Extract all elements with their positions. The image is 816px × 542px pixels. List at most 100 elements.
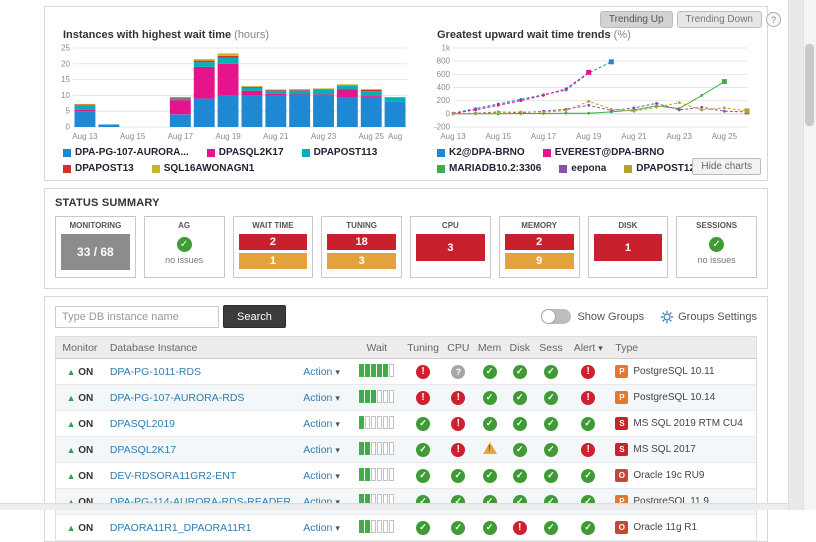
tuning-ok-icon[interactable]: ✓ [416, 417, 430, 431]
memory-ok-icon[interactable]: ✓ [483, 469, 497, 483]
wait-level-indicator[interactable] [359, 468, 394, 481]
cpu-alert-icon[interactable]: ! [451, 417, 465, 431]
disk-ok-icon[interactable]: ✓ [513, 443, 527, 457]
column-header-alert[interactable]: Alert ▾ [567, 337, 609, 359]
memory-ok-icon[interactable]: ✓ [483, 365, 497, 379]
sessions-ok-icon[interactable]: ✓ [544, 521, 558, 535]
alert-alert-icon[interactable]: ! [581, 391, 595, 405]
column-header-monitor[interactable]: Monitor [56, 337, 104, 359]
sessions-ok-icon[interactable]: ✓ [544, 365, 558, 379]
database-instance-link[interactable]: DPA-PG-107-AURORA-RDS [110, 392, 245, 404]
memory-ok-icon[interactable]: ✓ [483, 521, 497, 535]
critical-count[interactable]: 2 [239, 234, 308, 250]
status-card-tuning[interactable]: TUNING183 [321, 216, 402, 278]
action-dropdown[interactable]: Action ▾ [303, 444, 340, 456]
wait-level-indicator[interactable] [359, 416, 394, 429]
status-card-sessions[interactable]: SESSIONS✓no issues [676, 216, 757, 278]
column-header-mem[interactable]: Mem [474, 337, 504, 359]
legend-item[interactable]: K2@DPA-BRNO [437, 147, 525, 158]
show-groups-toggle[interactable] [541, 309, 571, 324]
alert-ok-icon[interactable]: ✓ [581, 469, 595, 483]
database-instance-link[interactable]: DPA-PG-1011-RDS [110, 366, 201, 378]
disk-ok-icon[interactable]: ✓ [513, 469, 527, 483]
monitor-toggle[interactable]: ▲ ON [67, 419, 94, 430]
trending-up-button[interactable]: Trending Up [600, 11, 673, 28]
trending-down-button[interactable]: Trending Down [677, 11, 762, 28]
memory-ok-icon[interactable]: ✓ [483, 391, 497, 405]
hide-charts-button[interactable]: Hide charts [692, 158, 761, 175]
memory-ok-icon[interactable]: ✓ [483, 417, 497, 431]
monitor-toggle[interactable]: ▲ ON [67, 393, 94, 404]
memory-warning-icon[interactable] [483, 442, 497, 454]
cpu-ok-icon[interactable]: ✓ [451, 521, 465, 535]
critical-count[interactable]: 2 [505, 234, 574, 250]
legend-item[interactable]: MARIADB10.2:3306 [437, 163, 541, 174]
cpu-alert-icon[interactable]: ! [451, 443, 465, 457]
warning-count[interactable]: 3 [327, 253, 396, 269]
wait-level-indicator[interactable] [359, 520, 394, 533]
tuning-alert-icon[interactable]: ! [416, 391, 430, 405]
scrollbar-thumb[interactable] [805, 44, 814, 126]
critical-count[interactable]: 18 [327, 234, 396, 250]
warning-count[interactable]: 9 [505, 253, 574, 269]
sessions-ok-icon[interactable]: ✓ [544, 469, 558, 483]
status-card-ag[interactable]: AG✓no issues [144, 216, 225, 278]
sessions-ok-icon[interactable]: ✓ [544, 443, 558, 457]
database-instance-link[interactable]: DPASQL2019 [110, 418, 175, 430]
tuning-ok-icon[interactable]: ✓ [416, 469, 430, 483]
cpu-ok-icon[interactable]: ✓ [451, 469, 465, 483]
status-card-monitoring[interactable]: MONITORING33 / 68 [55, 216, 136, 278]
monitor-toggle[interactable]: ▲ ON [67, 471, 94, 482]
status-card-memory[interactable]: MEMORY29 [499, 216, 580, 278]
column-header-sess[interactable]: Sess [535, 337, 567, 359]
tuning-ok-icon[interactable]: ✓ [416, 521, 430, 535]
column-header-disk[interactable]: Disk [505, 337, 535, 359]
column-header-cpu[interactable]: CPU [442, 337, 474, 359]
search-button[interactable]: Search [223, 305, 286, 328]
monitor-toggle[interactable]: ▲ ON [67, 445, 94, 456]
wait-level-indicator[interactable] [359, 390, 394, 403]
column-header-wait[interactable]: Wait [350, 337, 404, 359]
legend-item[interactable]: DPAPOST12 [624, 163, 695, 174]
wait-level-indicator[interactable] [359, 442, 394, 455]
action-dropdown[interactable]: Action ▾ [303, 418, 340, 430]
help-icon[interactable]: ? [766, 12, 781, 27]
legend-item[interactable]: eepona [559, 163, 606, 174]
sessions-ok-icon[interactable]: ✓ [544, 417, 558, 431]
cpu-unknown-icon[interactable]: ? [451, 365, 465, 379]
database-instance-link[interactable]: DEV-RDSORA11GR2-ENT [110, 470, 236, 482]
disk-alert-icon[interactable]: ! [513, 521, 527, 535]
sessions-ok-icon[interactable]: ✓ [544, 391, 558, 405]
wait-level-indicator[interactable] [359, 364, 394, 377]
disk-ok-icon[interactable]: ✓ [513, 365, 527, 379]
groups-settings-button[interactable]: Groups Settings [660, 310, 757, 324]
monitor-toggle[interactable]: ▲ ON [67, 367, 94, 378]
status-card-cpu[interactable]: CPU3 [410, 216, 491, 278]
legend-item[interactable]: DPASQL2K17 [207, 147, 284, 158]
monitor-toggle[interactable]: ▲ ON [67, 523, 94, 534]
status-card-disk[interactable]: DISK1 [588, 216, 669, 278]
vertical-scrollbar[interactable] [803, 0, 816, 510]
legend-item[interactable]: EVEREST@DPA-BRNO [543, 147, 665, 158]
legend-item[interactable]: DPAPOST113 [302, 147, 378, 158]
column-header-type[interactable]: Type [609, 337, 756, 359]
alert-ok-icon[interactable]: ✓ [581, 521, 595, 535]
status-card-wait-time[interactable]: WAIT TIME21 [233, 216, 314, 278]
disk-ok-icon[interactable]: ✓ [513, 417, 527, 431]
action-dropdown[interactable]: Action ▾ [303, 470, 340, 482]
legend-item[interactable]: DPAPOST13 [63, 163, 134, 174]
action-dropdown[interactable]: Action ▾ [303, 392, 340, 404]
search-input[interactable] [55, 306, 219, 328]
database-instance-link[interactable]: DPASQL2K17 [110, 444, 176, 456]
tuning-alert-icon[interactable]: ! [416, 365, 430, 379]
action-dropdown[interactable]: Action ▾ [303, 522, 340, 534]
disk-ok-icon[interactable]: ✓ [513, 391, 527, 405]
column-header-database-instance[interactable]: Database Instance [104, 337, 297, 359]
database-instance-link[interactable]: DPAORA11R1_DPAORA11R1 [110, 522, 252, 534]
alert-ok-icon[interactable]: ✓ [581, 417, 595, 431]
critical-count[interactable]: 3 [416, 234, 485, 261]
warning-count[interactable]: 1 [239, 253, 308, 269]
tuning-ok-icon[interactable]: ✓ [416, 443, 430, 457]
legend-item[interactable]: DPA-PG-107-AURORA... [63, 147, 189, 158]
critical-count[interactable]: 1 [594, 234, 663, 261]
